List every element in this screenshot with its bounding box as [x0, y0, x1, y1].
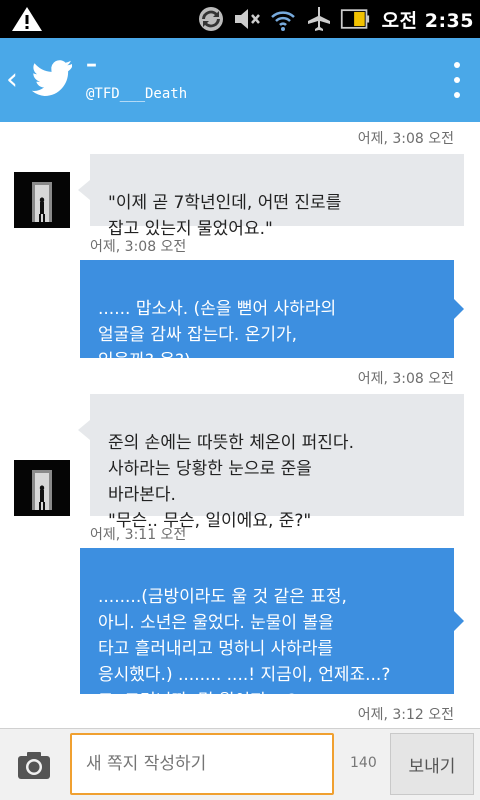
camera-icon[interactable]	[16, 749, 52, 781]
wifi-icon	[268, 5, 298, 33]
message-list[interactable]: 어제, 3:08 오전 "이제 곧 7학년인데, 어떤 진로를 잡고 있는지 물…	[0, 122, 480, 728]
message-bubble-incoming[interactable]: 준의 손에는 따뜻한 체온이 퍼진다. 사하라는 당황한 눈으로 준을 바라본다…	[78, 394, 464, 531]
message-text: 준의 손에는 따뜻한 체온이 퍼진다. 사하라는 당황한 눈으로 준을 바라본다…	[108, 433, 354, 531]
message-text: ...... 맙소사. (손을 뻗어 사하라의 얼굴을 감싸 잡는다. 온기가,…	[98, 299, 337, 371]
warning-icon	[10, 5, 44, 33]
send-button[interactable]: 보내기	[390, 733, 474, 795]
compose-bar: 140 보내기	[0, 728, 480, 800]
avatar[interactable]	[14, 172, 70, 228]
battery-icon	[340, 5, 370, 33]
message-bubble-outgoing[interactable]: ........(금방이라도 울 것 같은 표정, 아니. 소년은 울었다. 눈…	[80, 548, 464, 711]
message-timestamp: 어제, 3:12 오전	[357, 707, 454, 723]
message-bubble-incoming[interactable]: "이제 곧 7학년인데, 어떤 진로를 잡고 있는지 물었어요."	[78, 154, 464, 239]
message-timestamp: 어제, 3:11 오전	[90, 527, 187, 543]
message-timestamp: 어제, 3:08 오전	[90, 239, 187, 255]
status-time: 오전 2:35	[381, 9, 474, 32]
twitter-bird-icon[interactable]	[30, 58, 74, 98]
message-timestamp: 어제, 3:08 오전	[357, 131, 454, 147]
sync-icon	[196, 5, 226, 33]
conversation-title: –	[86, 52, 97, 77]
conversation-header: ‹ – @TFD___Death	[0, 38, 480, 122]
user-handle: @TFD___Death	[86, 86, 188, 102]
airplane-icon	[304, 5, 334, 33]
message-bubble-outgoing[interactable]: ...... 맙소사. (손을 뻗어 사하라의 얼굴을 감싸 잡는다. 온기가,…	[80, 260, 464, 371]
overflow-menu-icon[interactable]	[452, 62, 462, 98]
back-chevron-icon[interactable]: ‹	[6, 60, 18, 100]
mute-icon	[232, 5, 262, 33]
message-timestamp: 어제, 3:08 오전	[357, 371, 454, 387]
status-bar: 오전 2:35	[0, 0, 480, 38]
character-counter: 140	[350, 755, 377, 771]
avatar[interactable]	[14, 460, 70, 516]
message-text: ........(금방이라도 울 것 같은 표정, 아니. 소년은 울었다. 눈…	[98, 587, 391, 711]
message-input[interactable]	[70, 733, 334, 795]
message-text: "이제 곧 7학년인데, 어떤 진로를 잡고 있는지 물었어요."	[108, 193, 342, 239]
